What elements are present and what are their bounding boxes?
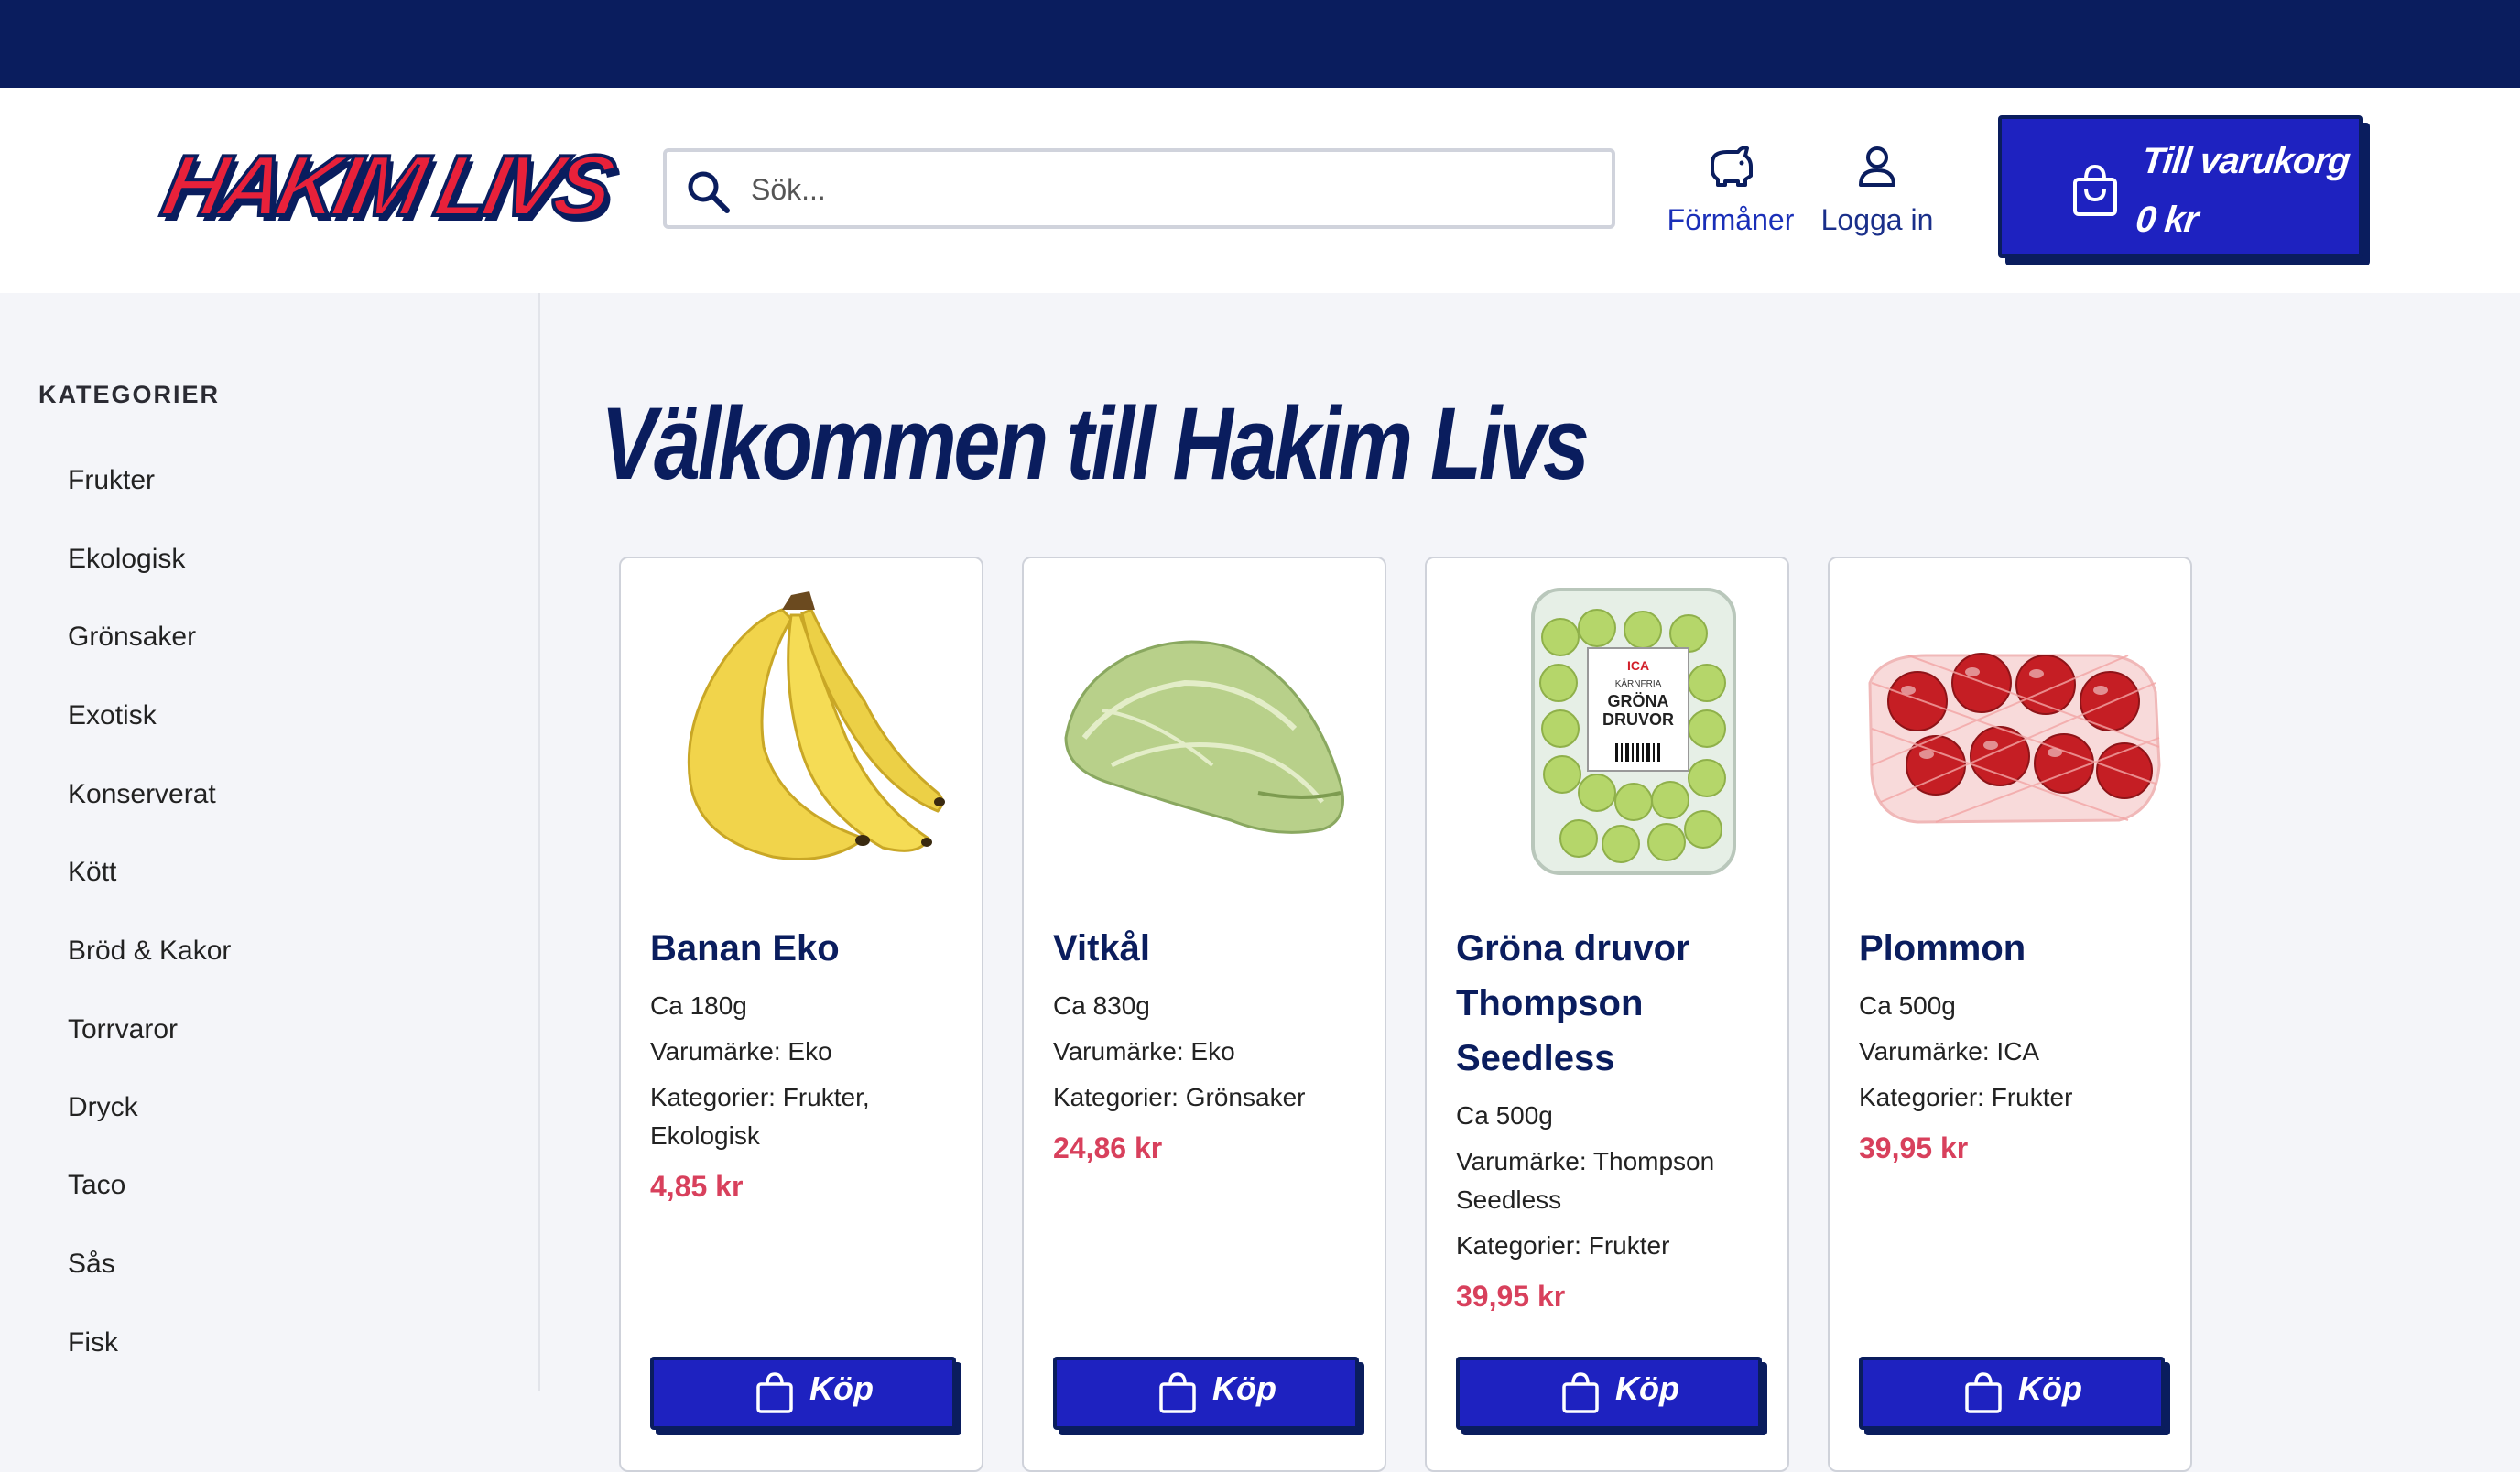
product-categories: Kategorier: Grönsaker xyxy=(1053,1083,1306,1111)
sidebar-title: KATEGORIER xyxy=(38,381,221,408)
piggy-bank-icon xyxy=(1711,146,1753,187)
product-categories: Kategorier: Frukter xyxy=(1456,1231,1670,1260)
product-info: Ca 830g Varumärke: Eko Kategorier: Gröns… xyxy=(1053,987,1364,1165)
category-sidebar: KATEGORIER Frukter Ekologisk Grönsaker E… xyxy=(0,293,540,1391)
sidebar-item-konserverat[interactable]: Konserverat xyxy=(68,779,216,810)
sidebar-item-sas[interactable]: Sås xyxy=(68,1249,115,1280)
product-brand: Varumärke: ICA xyxy=(1859,1037,2040,1066)
buy-button[interactable]: Köp xyxy=(1456,1357,1762,1430)
buy-label: Köp xyxy=(2018,1369,2082,1407)
cabbage-image xyxy=(1064,640,1344,834)
product-categories: Kategorier: Frukter xyxy=(1859,1083,2073,1111)
cart-button[interactable]: Till varukorg 0 kr xyxy=(1998,115,2362,258)
logo-text: HAKIM LIVS xyxy=(153,135,619,235)
product-card[interactable]: Plommon Ca 500g Varumärke: ICA Kategorie… xyxy=(1828,557,2192,1472)
buy-button[interactable]: Köp xyxy=(650,1357,956,1430)
search-input[interactable] xyxy=(749,152,1595,227)
grapes-image: ICA KÄRNFRIA GRÖNA DRUVOR xyxy=(1531,588,1736,875)
product-brand: Varumärke: Thompson Seedless xyxy=(1456,1147,1715,1214)
sidebar-item-kott[interactable]: Kött xyxy=(68,857,116,888)
plums-image xyxy=(1868,653,2161,824)
hakim-livs-logo[interactable]: HAKIM LIVS xyxy=(153,135,634,235)
search-bar xyxy=(663,148,1615,229)
cart-label: Till varukorg xyxy=(2140,141,2352,181)
product-name[interactable]: Gröna druvor Thompson Seedless xyxy=(1456,921,1767,1086)
top-banner xyxy=(0,0,2520,88)
product-card[interactable]: Vitkål Ca 830g Varumärke: Eko Kategorier… xyxy=(1022,557,1386,1472)
product-price: 39,95 kr xyxy=(1859,1131,1969,1164)
sidebar-item-fisk[interactable]: Fisk xyxy=(68,1327,118,1358)
user-icon xyxy=(1859,146,1895,187)
buy-label: Köp xyxy=(809,1369,874,1407)
buy-button[interactable]: Köp xyxy=(1859,1357,2165,1430)
package-brand: ICA xyxy=(1627,658,1649,673)
product-categories: Kategorier: Frukter, Ekologisk xyxy=(650,1083,870,1150)
page-title: Välkommen till Hakim Livs xyxy=(601,386,1590,501)
buy-label: Köp xyxy=(1615,1369,1679,1407)
benefits-button[interactable]: Förmåner xyxy=(1639,139,1822,240)
product-info: Ca 500g Varumärke: ICA Kategorier: Frukt… xyxy=(1859,987,2170,1165)
package-sub: KÄRNFRIA xyxy=(1615,678,1662,689)
product-info: Ca 180g Varumärke: Eko Kategorier: Frukt… xyxy=(650,987,961,1204)
shopping-bag-icon xyxy=(1562,1372,1599,1413)
product-weight: Ca 500g xyxy=(1859,991,1956,1020)
sidebar-item-ekologisk[interactable]: Ekologisk xyxy=(68,544,185,575)
sidebar-item-frukter[interactable]: Frukter xyxy=(68,465,155,496)
cart-total: 0 kr xyxy=(2134,200,2200,240)
login-label: Logga in xyxy=(1820,203,1934,236)
product-weight: Ca 830g xyxy=(1053,991,1150,1020)
cart-text: Till varukorg 0 kr xyxy=(2133,132,2352,249)
site-header: HAKIM LIVS Förmåner Logga in Till varuko… xyxy=(0,88,2520,293)
shopping-bag-icon xyxy=(2073,164,2117,216)
product-weight: Ca 180g xyxy=(650,991,747,1020)
sidebar-item-exotisk[interactable]: Exotisk xyxy=(68,700,157,731)
benefits-label: Förmåner xyxy=(1667,203,1795,236)
shopping-bag-icon xyxy=(1965,1372,2002,1413)
login-button[interactable]: Logga in xyxy=(1813,139,1941,240)
product-brand: Varumärke: Eko xyxy=(650,1037,832,1066)
product-info: Ca 500g Varumärke: Thompson Seedless Kat… xyxy=(1456,1097,1767,1314)
product-price: 39,95 kr xyxy=(1456,1280,1566,1313)
product-card[interactable]: ICA KÄRNFRIA GRÖNA DRUVOR Gröna druvor T… xyxy=(1425,557,1789,1472)
sidebar-item-gronsaker[interactable]: Grönsaker xyxy=(68,622,196,653)
product-price: 24,86 kr xyxy=(1053,1131,1163,1164)
product-weight: Ca 500g xyxy=(1456,1101,1553,1130)
shopping-bag-icon xyxy=(1159,1372,1196,1413)
product-name[interactable]: Plommon xyxy=(1859,921,2170,976)
banana-image xyxy=(687,591,945,860)
shopping-bag-icon xyxy=(756,1372,793,1413)
sidebar-item-torrvaror[interactable]: Torrvaror xyxy=(68,1014,178,1045)
buy-label: Köp xyxy=(1212,1369,1276,1407)
product-name[interactable]: Vitkål xyxy=(1053,921,1364,976)
search-icon xyxy=(688,171,730,213)
product-price: 4,85 kr xyxy=(650,1170,744,1203)
sidebar-item-taco[interactable]: Taco xyxy=(68,1170,125,1201)
buy-button[interactable]: Köp xyxy=(1053,1357,1359,1430)
package-line1: GRÖNA xyxy=(1608,692,1669,710)
sidebar-item-dryck[interactable]: Dryck xyxy=(68,1092,138,1123)
sidebar-item-brod-kakor[interactable]: Bröd & Kakor xyxy=(68,936,231,967)
product-card[interactable]: Banan Eko Ca 180g Varumärke: Eko Kategor… xyxy=(619,557,983,1472)
product-name[interactable]: Banan Eko xyxy=(650,921,961,976)
package-line2: DRUVOR xyxy=(1602,710,1674,729)
product-brand: Varumärke: Eko xyxy=(1053,1037,1235,1066)
